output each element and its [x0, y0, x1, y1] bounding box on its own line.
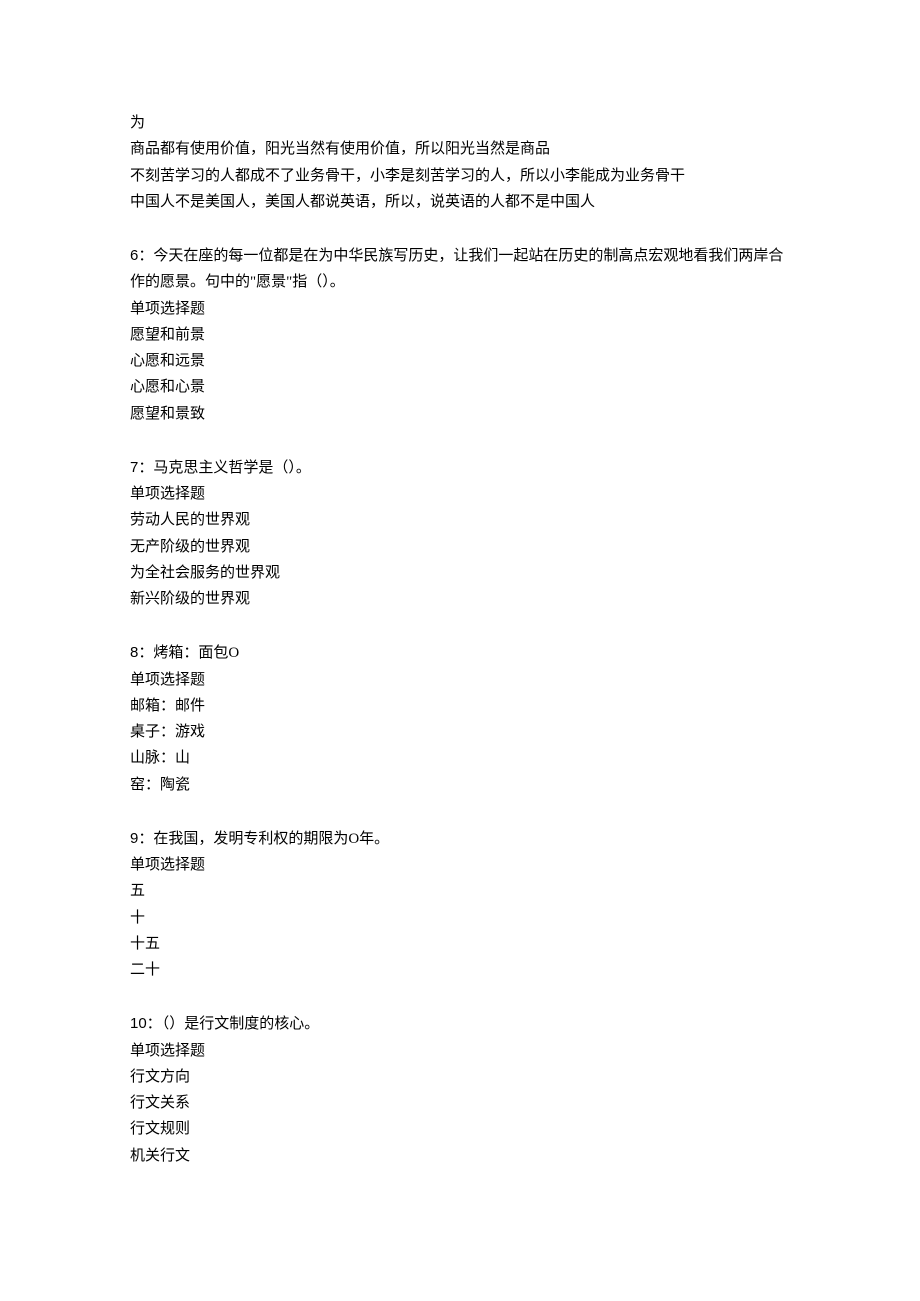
choice: 心愿和远景: [130, 348, 790, 374]
choice: 心愿和心景: [130, 374, 790, 400]
question-type: 单项选择题: [130, 481, 790, 507]
question-6: 6：今天在座的每一位都是在为中华民族写历史，让我们一起站在历史的制高点宏观地看我…: [130, 243, 790, 427]
question-type: 单项选择题: [130, 296, 790, 322]
question-type: 单项选择题: [130, 667, 790, 693]
intro-line: 为: [130, 110, 790, 136]
choice: 十: [130, 905, 790, 931]
question-text: 8：烤箱：面包O: [130, 640, 790, 666]
question-9: 9：在我国，发明专利权的期限为O年。 单项选择题 五 十 十五 二十: [130, 826, 790, 984]
choice: 机关行文: [130, 1143, 790, 1169]
question-text: 10：（）是行文制度的核心。: [130, 1011, 790, 1037]
choice: 劳动人民的世界观: [130, 507, 790, 533]
choice: 无产阶级的世界观: [130, 534, 790, 560]
choice: 新兴阶级的世界观: [130, 586, 790, 612]
choice: 桌子：游戏: [130, 719, 790, 745]
question-body: 马克思主义哲学是（）。: [153, 460, 311, 476]
choice: 山脉：山: [130, 745, 790, 771]
question-number: 10：: [130, 1015, 162, 1032]
question-type: 单项选择题: [130, 1038, 790, 1064]
question-text: 7：马克思主义哲学是（）。: [130, 455, 790, 481]
question-number: 6：: [130, 247, 153, 264]
question-number: 8：: [130, 644, 153, 661]
question-body: 今天在座的每一位都是在为中华民族写历史，让我们一起站在历史的制高点宏观地看我们两…: [130, 248, 783, 290]
question-10: 10：（）是行文制度的核心。 单项选择题 行文方向 行文关系 行文规则 机关行文: [130, 1011, 790, 1169]
document-page: 为 商品都有使用价值，阳光当然有使用价值，所以阳光当然是商品 不刻苦学习的人都成…: [0, 0, 920, 1257]
choice: 为全社会服务的世界观: [130, 560, 790, 586]
intro-line: 中国人不是美国人，美国人都说英语，所以，说英语的人都不是中国人: [130, 189, 790, 215]
question-text: 9：在我国，发明专利权的期限为O年。: [130, 826, 790, 852]
choice: 五: [130, 878, 790, 904]
question-body: （）是行文制度的核心。: [162, 1016, 320, 1032]
choice: 行文关系: [130, 1090, 790, 1116]
choice: 邮箱：邮件: [130, 693, 790, 719]
question-number: 7：: [130, 459, 153, 476]
question-8: 8：烤箱：面包O 单项选择题 邮箱：邮件 桌子：游戏 山脉：山 窑：陶瓷: [130, 640, 790, 798]
question-text: 6：今天在座的每一位都是在为中华民族写历史，让我们一起站在历史的制高点宏观地看我…: [130, 243, 790, 296]
question-body: 烤箱：面包O: [153, 645, 239, 661]
choice: 愿望和景致: [130, 401, 790, 427]
choice: 行文规则: [130, 1116, 790, 1142]
question-body: 在我国，发明专利权的期限为O年。: [153, 831, 389, 847]
intro-line: 不刻苦学习的人都成不了业务骨干，小李是刻苦学习的人，所以小李能成为业务骨干: [130, 163, 790, 189]
choice: 行文方向: [130, 1064, 790, 1090]
choice: 二十: [130, 957, 790, 983]
choice: 十五: [130, 931, 790, 957]
intro-line: 商品都有使用价值，阳光当然有使用价值，所以阳光当然是商品: [130, 136, 790, 162]
choice: 愿望和前景: [130, 322, 790, 348]
question-7: 7：马克思主义哲学是（）。 单项选择题 劳动人民的世界观 无产阶级的世界观 为全…: [130, 455, 790, 613]
choice: 窑：陶瓷: [130, 772, 790, 798]
question-type: 单项选择题: [130, 852, 790, 878]
intro-fragment: 为 商品都有使用价值，阳光当然有使用价值，所以阳光当然是商品 不刻苦学习的人都成…: [130, 110, 790, 215]
question-number: 9：: [130, 830, 153, 847]
